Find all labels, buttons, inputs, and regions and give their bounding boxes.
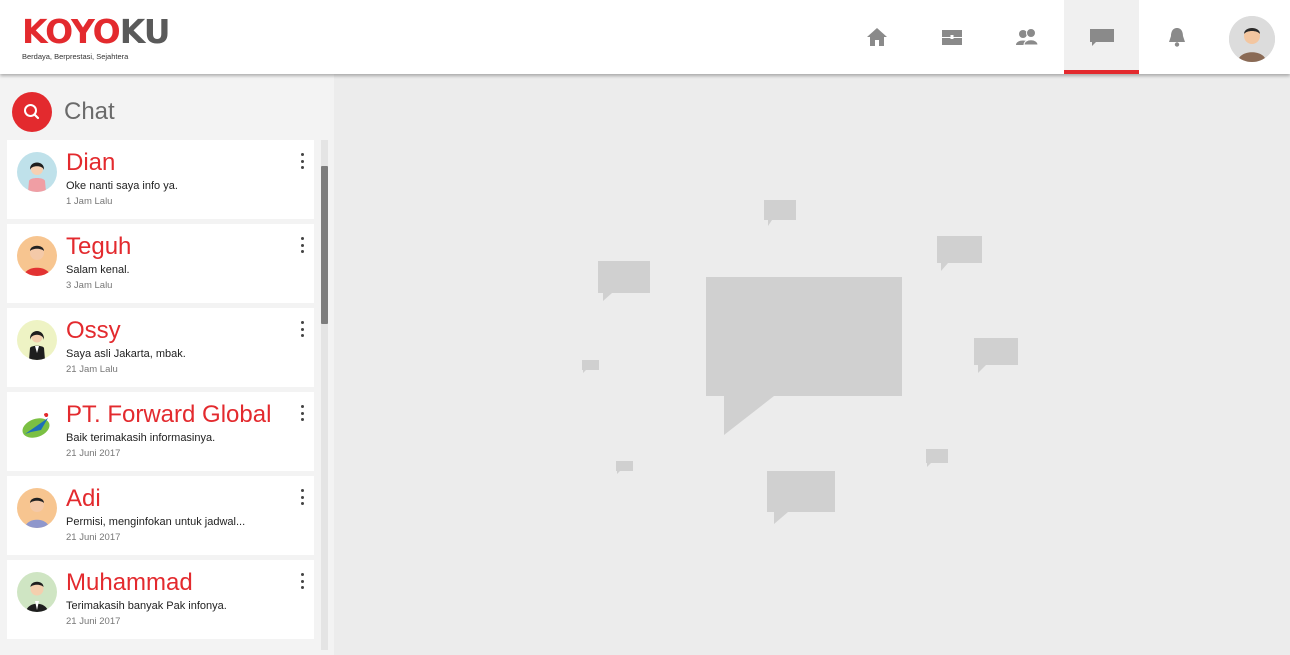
- chat-last-message: Oke nanti saya info ya.: [66, 180, 178, 192]
- chat-item[interactable]: Ossy Saya asli Jakarta, mbak. 21 Jam Lal…: [7, 308, 314, 387]
- chat-timestamp: 1 Jam Lalu: [66, 196, 113, 207]
- bell-icon: [1168, 28, 1185, 47]
- avatar: [17, 320, 57, 360]
- chat-name: Ossy: [66, 317, 121, 344]
- search-icon: [24, 104, 40, 120]
- more-options-icon[interactable]: [296, 570, 308, 592]
- more-options-icon[interactable]: [296, 150, 308, 172]
- woman-suit-avatar-icon: [17, 320, 57, 360]
- chat-sidebar: Chat Dian Oke nanti saya info ya. 1 Jam …: [0, 74, 334, 655]
- chat-item[interactable]: Adi Permisi, menginfokan untuk jadwal...…: [7, 476, 314, 555]
- people-icon: [1015, 28, 1039, 46]
- nav-notifications[interactable]: [1139, 0, 1214, 74]
- company-logo-icon: [17, 404, 57, 444]
- chat-name: PT. Forward Global: [66, 401, 272, 428]
- top-bar: KOYOKU Berdaya, Berprestasi, Sejahtera: [0, 0, 1290, 74]
- more-options-icon[interactable]: [296, 234, 308, 256]
- logo-wordmark: KOYOKU: [22, 12, 171, 51]
- avatar: [17, 572, 57, 612]
- more-options-icon[interactable]: [296, 402, 308, 424]
- avatar: [17, 152, 57, 192]
- search-button[interactable]: [12, 92, 52, 132]
- chat-item[interactable]: Dian Oke nanti saya info ya. 1 Jam Lalu: [7, 140, 314, 219]
- man-red-shirt-avatar-icon: [17, 236, 57, 276]
- chat-name: Muhammad: [66, 569, 193, 596]
- chat-timestamp: 21 Juni 2017: [66, 616, 121, 627]
- chat-name: Dian: [66, 149, 116, 176]
- user-avatar-icon: [1229, 16, 1275, 62]
- chat-timestamp: 21 Jam Lalu: [66, 364, 118, 375]
- chat-last-message: Permisi, menginfokan untuk jadwal...: [66, 516, 246, 528]
- chat-name: Teguh: [66, 233, 132, 260]
- chat-item[interactable]: Muhammad Terimakasih banyak Pak infonya.…: [7, 560, 314, 639]
- home-icon: [866, 28, 887, 46]
- scrollbar-thumb[interactable]: [321, 166, 328, 324]
- chat-bubble-icon: [1089, 29, 1114, 46]
- chat-main-panel: [334, 74, 1290, 655]
- chat-last-message: Salam kenal.: [66, 264, 130, 276]
- chat-timestamp: 3 Jam Lalu: [66, 280, 113, 291]
- chat-item[interactable]: PT. Forward Global Baik terimakasih info…: [7, 392, 314, 471]
- chat-timestamp: 21 Juni 2017: [66, 448, 121, 459]
- chat-last-message: Terimakasih banyak Pak infonya.: [66, 600, 227, 612]
- nav-home[interactable]: [839, 0, 914, 74]
- avatar: [17, 236, 57, 276]
- more-options-icon[interactable]: [296, 318, 308, 340]
- chat-last-message: Baik terimakasih informasinya.: [66, 432, 216, 444]
- avatar: [17, 404, 57, 444]
- briefcase-icon: [941, 30, 962, 45]
- chat-last-message: Saya asli Jakarta, mbak.: [66, 348, 186, 360]
- nav-jobs[interactable]: [914, 0, 989, 74]
- nav-connections[interactable]: [989, 0, 1064, 74]
- chat-item[interactable]: Teguh Salam kenal. 3 Jam Lalu: [7, 224, 314, 303]
- woman-avatar-icon: [17, 152, 57, 192]
- chat-name: Adi: [66, 485, 101, 512]
- logo[interactable]: KOYOKU Berdaya, Berprestasi, Sejahtera: [22, 12, 171, 61]
- man-purple-shirt-avatar-icon: [17, 488, 57, 528]
- man-suit-avatar-icon: [17, 572, 57, 612]
- chat-timestamp: 21 Juni 2017: [66, 532, 121, 543]
- logo-tagline: Berdaya, Berprestasi, Sejahtera: [22, 52, 129, 61]
- avatar: [17, 488, 57, 528]
- nav-chat[interactable]: [1064, 0, 1139, 74]
- more-options-icon[interactable]: [296, 486, 308, 508]
- empty-chat-illustration: [582, 200, 1018, 524]
- sidebar-title: Chat: [64, 98, 115, 125]
- user-avatar[interactable]: [1229, 16, 1275, 62]
